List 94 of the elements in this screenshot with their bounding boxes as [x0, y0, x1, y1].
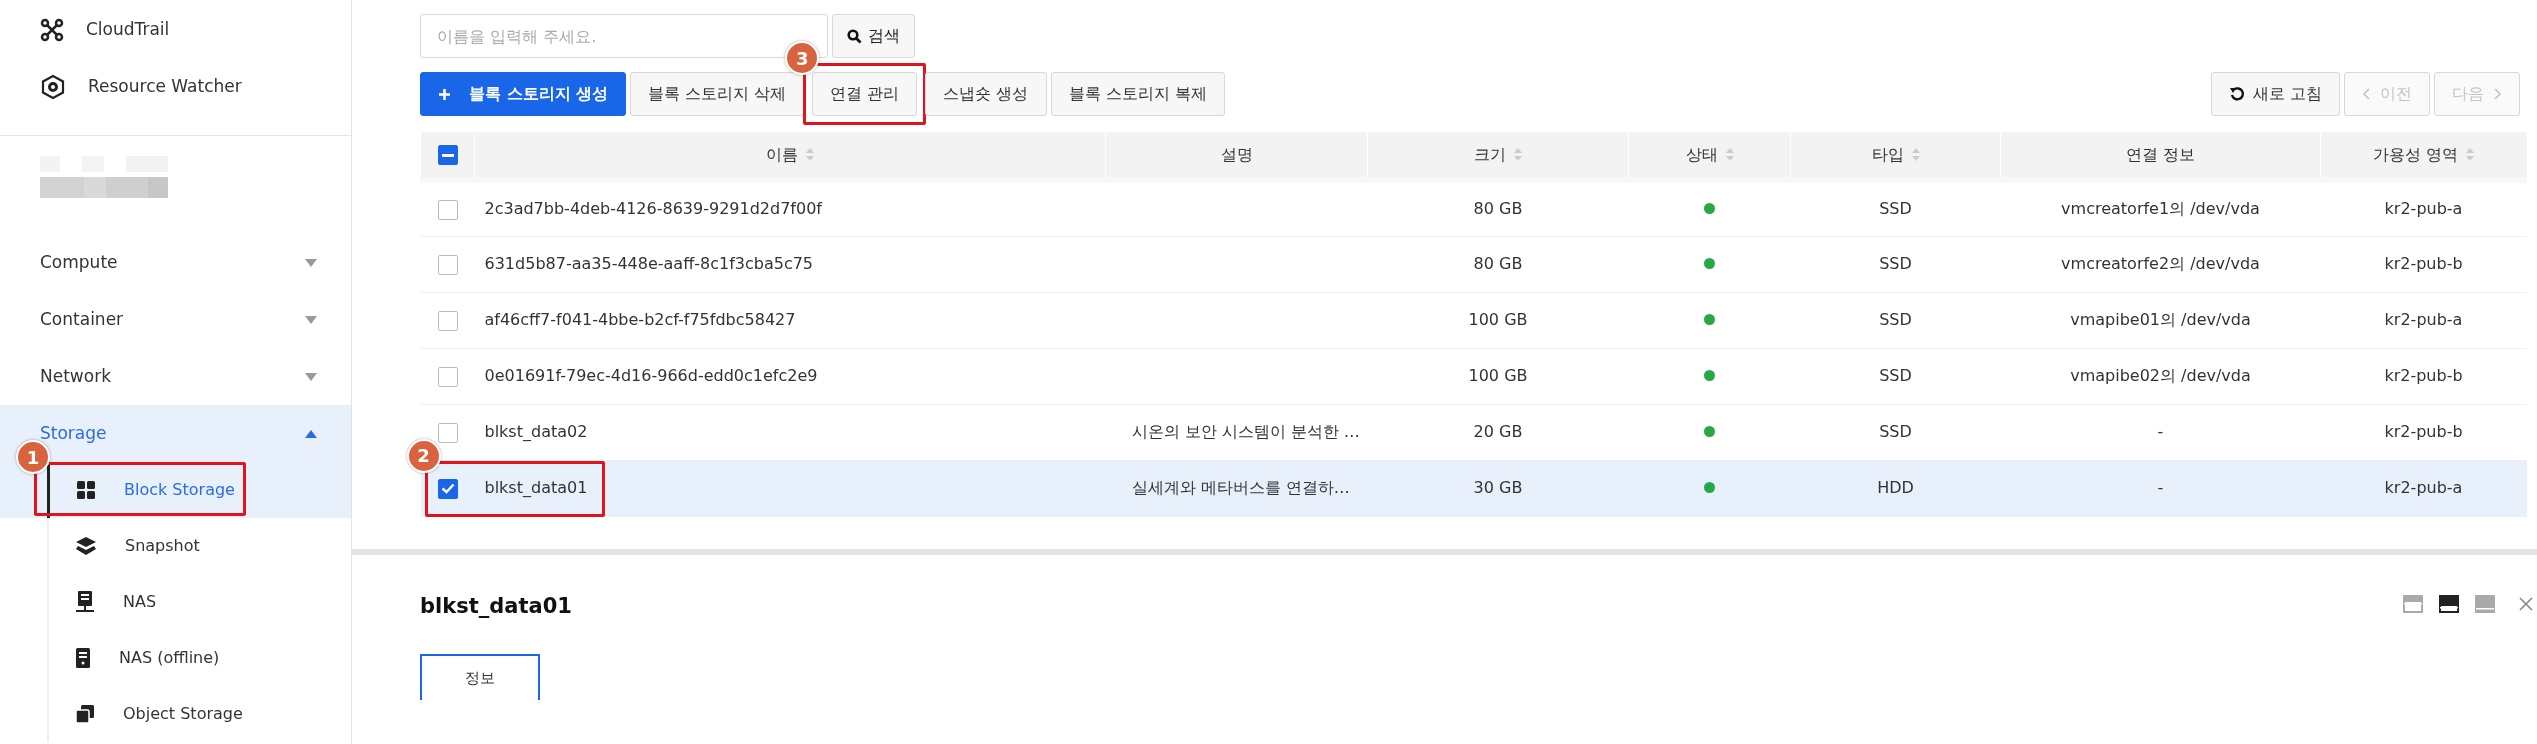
table-cell: -: [2157, 478, 2164, 497]
server-stand-icon: [75, 590, 95, 614]
table-cell: blkst_data02: [484, 422, 588, 441]
table-cell: HDD: [1877, 478, 1914, 497]
search-button[interactable]: 검색: [832, 14, 915, 58]
column-header: 가용성 영역: [2373, 143, 2459, 166]
panel-title: blkst_data01: [420, 592, 572, 620]
sidebar-group[interactable]: Compute: [0, 234, 351, 291]
caret-down-icon: [305, 372, 317, 381]
chevron-right-icon: [2494, 88, 2502, 100]
table-cell: SSD: [1879, 199, 1912, 219]
sort-icon: [1911, 148, 1920, 161]
sort-icon: [2466, 148, 2475, 161]
sort-icon: [1514, 148, 1522, 161]
column-header: 타입: [1871, 143, 1904, 166]
row-checkbox[interactable]: [437, 199, 458, 220]
table-cell: kr2-pub-a: [2384, 310, 2463, 329]
sidebar-item[interactable]: CloudTrail: [0, 1, 351, 58]
column-header: 상태: [1685, 143, 1718, 166]
table-cell: 80 GB: [1473, 254, 1523, 273]
sidebar-item[interactable]: Resource Watcher: [0, 58, 351, 115]
table-cell: -: [2157, 422, 2164, 441]
select-all-checkbox[interactable]: [437, 145, 458, 165]
create-button[interactable]: 블록 스토리지 생성: [420, 72, 627, 116]
table-cell: SSD: [1879, 254, 1912, 273]
table-cell: SSD: [1879, 310, 1912, 329]
sort-icon: [1725, 148, 1734, 161]
column-header: 연결 정보: [2125, 143, 2196, 166]
toolbar-button[interactable]: 연결 관리: [812, 72, 918, 116]
refresh-button[interactable]: 새로 고침: [2210, 72, 2340, 116]
step-badge: 2: [406, 438, 441, 473]
table-cell: 30 GB: [1473, 478, 1523, 497]
table-cell: kr2-pub-a: [2384, 478, 2463, 497]
status-dot: [1704, 314, 1715, 325]
toolbar-button[interactable]: 스냅숏 생성: [925, 72, 1047, 116]
toolbar-button[interactable]: 블록 스토리지 삭제: [630, 72, 805, 116]
sidebar-subitem[interactable]: NAS (offline): [75, 638, 220, 678]
table-cell: vmapibe01의 /dev/vda: [2070, 310, 2251, 329]
nodes-icon: [40, 17, 64, 42]
row-checkbox[interactable]: [437, 366, 458, 387]
sidebar-subitem[interactable]: NAS: [75, 582, 157, 622]
table-cell: kr2-pub-b: [2384, 422, 2463, 441]
table-cell: 0e01691f-79ec-4d16-966d-edd0c1efc2e9: [484, 366, 818, 385]
sidebar-subitem[interactable]: Object Storage: [75, 694, 243, 734]
row-checkbox[interactable]: [437, 310, 458, 331]
table-cell: kr2-pub-b: [2384, 366, 2463, 385]
status-dot: [1704, 203, 1715, 215]
chevron-left-icon: [2362, 88, 2370, 100]
caret-down-icon: [305, 315, 317, 324]
hexagon-gear-icon: [40, 73, 66, 100]
table-cell: 80 GB: [1473, 199, 1523, 219]
panel-tab[interactable]: 정보: [420, 654, 540, 700]
table-cell: af46cff7-f041-4bbe-b2cf-f75fdbc58427: [484, 310, 796, 329]
refresh-icon: [2228, 86, 2245, 102]
column-header: 크기: [1474, 143, 1506, 166]
server-icon: [75, 647, 91, 669]
table-cell: 100 GB: [1468, 310, 1528, 329]
layout-icon[interactable]: [2439, 594, 2459, 613]
table-cell: blkst_data01: [484, 478, 588, 497]
layers-icon: [75, 536, 97, 556]
caret-up-icon: [305, 429, 317, 438]
table-cell: 20 GB: [1473, 422, 1523, 441]
stacked-squares-icon: [75, 704, 95, 724]
table-cell: 631d5b87-aa35-448e-aaff-8c1f3cba5c75: [484, 254, 814, 273]
status-dot: [1704, 258, 1715, 269]
table-cell: SSD: [1879, 366, 1912, 385]
status-dot: [1704, 426, 1715, 437]
sidebar-group[interactable]: Network: [0, 348, 351, 405]
table-cell: 실세계와 메타버스를 연결하…: [1131, 478, 1350, 497]
column-header: 설명: [1220, 143, 1253, 166]
close-icon[interactable]: [2519, 596, 2533, 611]
table-cell: kr2-pub-b: [2384, 254, 2463, 273]
caret-down-icon: [305, 258, 317, 267]
sort-icon: [806, 148, 814, 161]
status-dot: [1704, 482, 1715, 493]
table-cell: 시온의 보안 시스템이 분석한 …: [1131, 422, 1360, 441]
plus-icon: [438, 87, 451, 101]
status-dot: [1704, 370, 1715, 381]
table-cell: 100 GB: [1468, 366, 1528, 385]
table-cell: kr2-pub-a: [2384, 199, 2463, 219]
sidebar-subitem[interactable]: Snapshot: [75, 526, 200, 566]
column-header: 이름: [766, 143, 798, 166]
sidebar-group[interactable]: Container: [0, 291, 351, 348]
search-icon: [847, 28, 862, 44]
table-cell: 2c3ad7bb-4deb-4126-8639-9291d2d7f00f: [484, 199, 822, 219]
row-checkbox[interactable]: [437, 422, 458, 443]
table-cell: vmcreatorfe1의 /dev/vda: [2061, 199, 2260, 219]
table-cell: vmcreatorfe2의 /dev/vda: [2061, 254, 2260, 273]
table-cell: vmapibe02의 /dev/vda: [2070, 366, 2251, 385]
row-checkbox[interactable]: [437, 254, 458, 275]
toolbar-button[interactable]: 블록 스토리지 복제: [1050, 72, 1225, 116]
row-checkbox[interactable]: [437, 478, 458, 499]
table-cell: SSD: [1879, 422, 1912, 441]
grid-icon: [76, 480, 96, 500]
